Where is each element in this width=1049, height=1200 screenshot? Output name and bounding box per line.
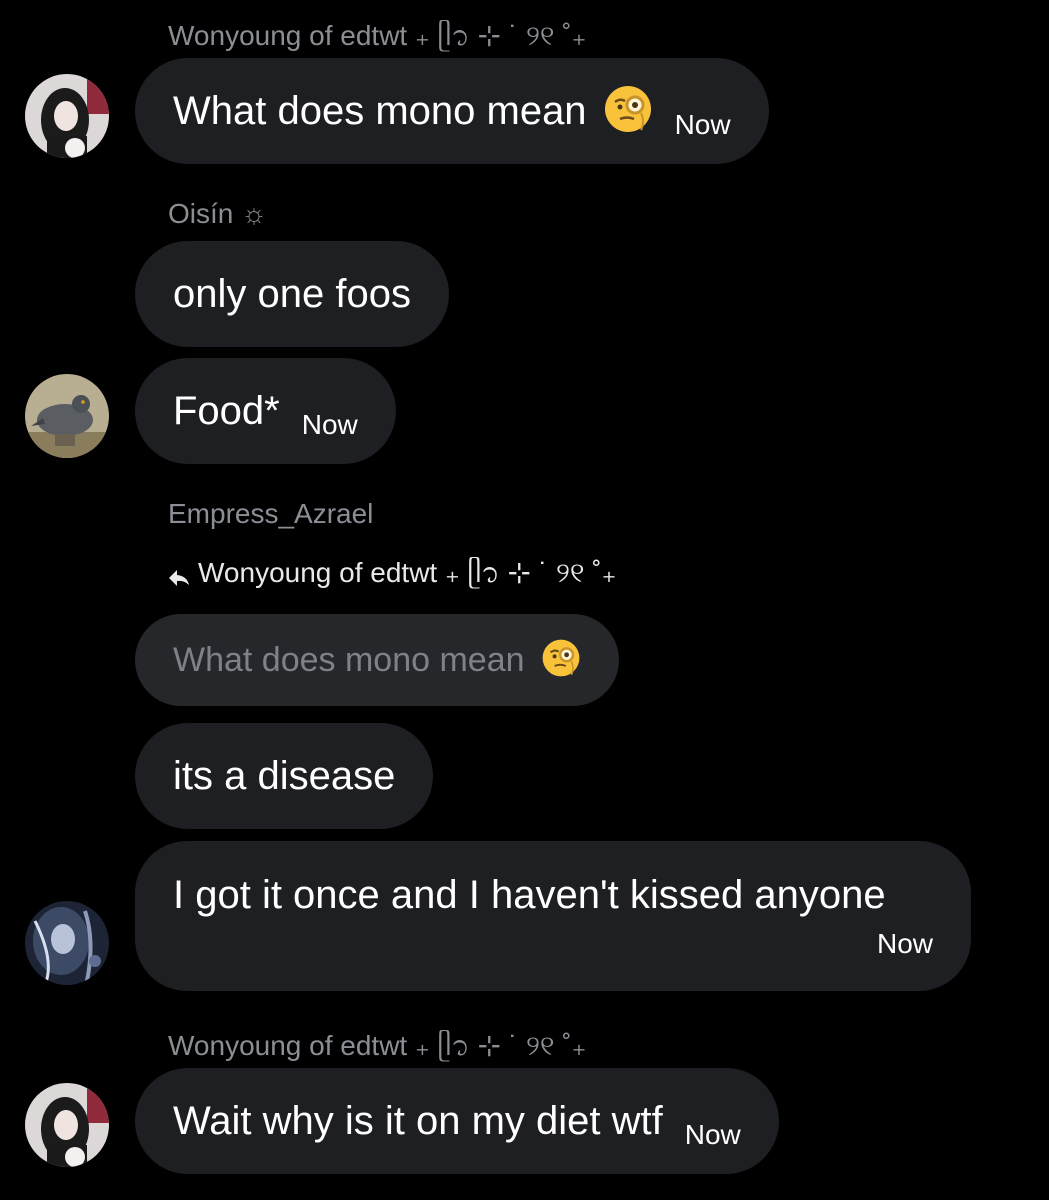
message-bubble[interactable]: only one foos: [135, 241, 449, 347]
message-text: its a disease: [173, 753, 396, 798]
timestamp: Now: [674, 109, 731, 140]
message-text: Food*: [173, 388, 280, 433]
reply-arrow-icon: [169, 570, 189, 586]
avatar-wonyoung[interactable]: [25, 1083, 109, 1167]
sender-name[interactable]: Empress_Azrael: [168, 498, 373, 530]
message-text: I got it once and I haven't kissed anyon…: [173, 872, 886, 917]
message-bubble[interactable]: I got it once and I haven't kissed anyon…: [135, 841, 971, 991]
message-bubble[interactable]: Food* Now: [135, 358, 396, 464]
message-bubble[interactable]: Wait why is it on my diet wtf Now: [135, 1068, 779, 1174]
reply-to-name: Wonyoung of edtwt ₊ ᥫ᭡ ⊹ ˙ ୨୧ ˚₊: [198, 557, 617, 588]
face-with-monocle-emoji: [541, 638, 581, 683]
sender-name[interactable]: Oisín ☼: [168, 198, 267, 230]
message-bubble[interactable]: its a disease: [135, 723, 434, 829]
avatar-empress-azrael[interactable]: [25, 901, 109, 985]
message-text: What does mono mean: [173, 88, 587, 133]
quoted-text: What does mono mean: [173, 640, 525, 679]
avatar-wonyoung[interactable]: [25, 74, 109, 158]
timestamp: Now: [684, 1119, 741, 1150]
message-text: Wait why is it on my diet wtf: [173, 1098, 663, 1143]
timestamp: Now: [301, 409, 358, 440]
quoted-message[interactable]: What does mono mean: [135, 614, 619, 706]
reply-context[interactable]: Wonyoung of edtwt ₊ ᥫ᭡ ⊹ ˙ ୨୧ ˚₊: [168, 553, 616, 603]
avatar-oisin[interactable]: [25, 374, 109, 458]
timestamp: Now: [876, 927, 933, 959]
face-with-monocle-emoji: [603, 84, 653, 139]
message-bubble[interactable]: What does mono mean Now: [135, 58, 769, 164]
message-text: only one foos: [173, 271, 411, 316]
